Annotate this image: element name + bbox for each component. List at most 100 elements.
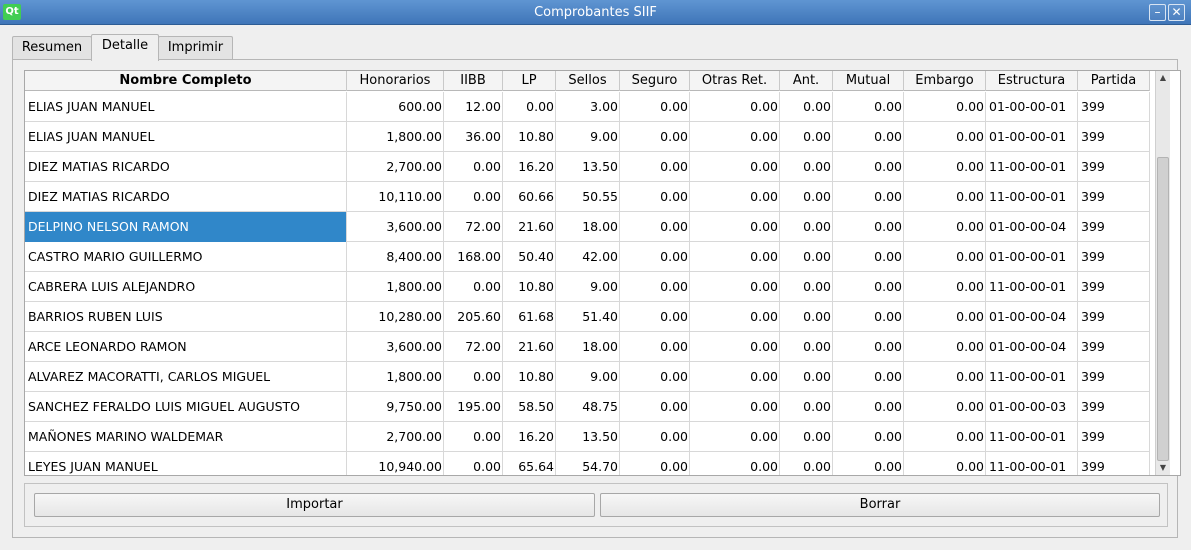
import-button[interactable]: Importar xyxy=(34,493,595,517)
cell-mutual[interactable]: 0.00 xyxy=(833,422,904,452)
cell-embargo[interactable]: 0.00 xyxy=(904,452,986,475)
cell-estructura[interactable]: 11-00-00-01 xyxy=(986,182,1078,212)
cell-ant[interactable]: 0.00 xyxy=(780,332,833,362)
cell-seguro[interactable]: 0.00 xyxy=(620,272,690,302)
cell-honorarios[interactable]: 1,800.00 xyxy=(347,122,444,152)
cell-mutual[interactable]: 0.00 xyxy=(833,122,904,152)
cell-estructura[interactable]: 11-00-00-01 xyxy=(986,272,1078,302)
cell-iibb[interactable]: 72.00 xyxy=(444,332,503,362)
cell-honorarios[interactable]: 10,280.00 xyxy=(347,302,444,332)
cell-otras-ret[interactable]: 0.00 xyxy=(690,332,780,362)
cell-embargo[interactable]: 0.00 xyxy=(904,122,986,152)
cell-sellos[interactable]: 3.00 xyxy=(556,92,620,122)
cell-lp[interactable]: 0.00 xyxy=(503,92,556,122)
cell-sellos[interactable]: 18.00 xyxy=(556,332,620,362)
cell-honorarios[interactable]: 600.00 xyxy=(347,92,444,122)
table-row[interactable]: ELIAS JUAN MANUEL 600.00 12.00 0.00 3.00 0.00… xyxy=(25,92,1150,122)
table-row[interactable]: SANCHEZ FERALDO LUIS MIGUEL AUGUSTO 9,750… xyxy=(25,392,1150,422)
cell-estructura[interactable]: 11-00-00-01 xyxy=(986,362,1078,392)
table-row[interactable]: CASTRO MARIO GUILLERMO 8,400.00 168.00 50.4… xyxy=(25,242,1150,272)
cell-partida[interactable]: 399 xyxy=(1078,452,1150,475)
cell-ant[interactable]: 0.00 xyxy=(780,422,833,452)
cell-mutual[interactable]: 0.00 xyxy=(833,242,904,272)
cell-mutual[interactable]: 0.00 xyxy=(833,392,904,422)
cell-seguro[interactable]: 0.00 xyxy=(620,212,690,242)
cell-otras-ret[interactable]: 0.00 xyxy=(690,392,780,422)
cell-otras-ret[interactable]: 0.00 xyxy=(690,152,780,182)
cell-lp[interactable]: 61.68 xyxy=(503,302,556,332)
cell-partida[interactable]: 399 xyxy=(1078,332,1150,362)
cell-estructura[interactable]: 11-00-00-01 xyxy=(986,422,1078,452)
cell-nombre[interactable]: LEYES JUAN MANUEL xyxy=(25,452,347,475)
cell-seguro[interactable]: 0.00 xyxy=(620,392,690,422)
cell-iibb[interactable]: 0.00 xyxy=(444,362,503,392)
cell-honorarios[interactable]: 3,600.00 xyxy=(347,212,444,242)
cell-iibb[interactable]: 0.00 xyxy=(444,182,503,212)
cell-nombre[interactable]: ELIAS JUAN MANUEL xyxy=(25,122,347,152)
cell-honorarios[interactable]: 10,110.00 xyxy=(347,182,444,212)
column-header-iibb[interactable]: IIBB xyxy=(444,71,503,91)
cell-honorarios[interactable]: 1,800.00 xyxy=(347,272,444,302)
cell-iibb[interactable]: 195.00 xyxy=(444,392,503,422)
cell-nombre[interactable]: CABRERA LUIS ALEJANDRO xyxy=(25,272,347,302)
table-row[interactable]: ALVAREZ MACORATTI, CARLOS MIGUEL 1,800.00… xyxy=(25,362,1150,392)
cell-mutual[interactable]: 0.00 xyxy=(833,152,904,182)
column-header-seguro[interactable]: Seguro xyxy=(620,71,690,91)
cell-lp[interactable]: 10.80 xyxy=(503,362,556,392)
cell-honorarios[interactable]: 2,700.00 xyxy=(347,422,444,452)
cell-seguro[interactable]: 0.00 xyxy=(620,302,690,332)
cell-estructura[interactable]: 01-00-00-01 xyxy=(986,242,1078,272)
cell-embargo[interactable]: 0.00 xyxy=(904,92,986,122)
cell-estructura[interactable]: 01-00-00-04 xyxy=(986,332,1078,362)
cell-sellos[interactable]: 18.00 xyxy=(556,212,620,242)
cell-lp[interactable]: 21.60 xyxy=(503,332,556,362)
column-header-estructura[interactable]: Estructura xyxy=(986,71,1078,91)
cell-iibb[interactable]: 0.00 xyxy=(444,422,503,452)
tab-resumen[interactable]: Resumen xyxy=(12,36,92,60)
cell-mutual[interactable]: 0.00 xyxy=(833,92,904,122)
cell-otras-ret[interactable]: 0.00 xyxy=(690,212,780,242)
cell-mutual[interactable]: 0.00 xyxy=(833,272,904,302)
table-row[interactable]: LEYES JUAN MANUEL 10,940.00 0.00 65.64 54.70… xyxy=(25,452,1150,475)
column-header-otras-ret[interactable]: Otras Ret. xyxy=(690,71,780,91)
cell-nombre[interactable]: ALVAREZ MACORATTI, CARLOS MIGUEL xyxy=(25,362,347,392)
cell-estructura[interactable]: 11-00-00-01 xyxy=(986,152,1078,182)
cell-embargo[interactable]: 0.00 xyxy=(904,422,986,452)
cell-sellos[interactable]: 54.70 xyxy=(556,452,620,475)
cell-partida[interactable]: 399 xyxy=(1078,182,1150,212)
cell-embargo[interactable]: 0.00 xyxy=(904,272,986,302)
cell-partida[interactable]: 399 xyxy=(1078,302,1150,332)
cell-sellos[interactable]: 42.00 xyxy=(556,242,620,272)
cell-sellos[interactable]: 51.40 xyxy=(556,302,620,332)
cell-nombre[interactable]: BARRIOS RUBEN LUIS xyxy=(25,302,347,332)
cell-ant[interactable]: 0.00 xyxy=(780,122,833,152)
cell-otras-ret[interactable]: 0.00 xyxy=(690,452,780,475)
cell-seguro[interactable]: 0.00 xyxy=(620,242,690,272)
cell-mutual[interactable]: 0.00 xyxy=(833,452,904,475)
cell-lp[interactable]: 21.60 xyxy=(503,212,556,242)
scroll-up-icon[interactable]: ▲ xyxy=(1156,71,1170,85)
cell-estructura[interactable]: 01-00-00-01 xyxy=(986,92,1078,122)
column-header-honorarios[interactable]: Honorarios xyxy=(347,71,444,91)
cell-embargo[interactable]: 0.00 xyxy=(904,362,986,392)
cell-sellos[interactable]: 13.50 xyxy=(556,152,620,182)
cell-seguro[interactable]: 0.00 xyxy=(620,122,690,152)
cell-honorarios[interactable]: 8,400.00 xyxy=(347,242,444,272)
cell-mutual[interactable]: 0.00 xyxy=(833,302,904,332)
cell-otras-ret[interactable]: 0.00 xyxy=(690,242,780,272)
cell-ant[interactable]: 0.00 xyxy=(780,452,833,475)
table-row[interactable]: BARRIOS RUBEN LUIS 10,280.00 205.60 61.68 51… xyxy=(25,302,1150,332)
cell-estructura[interactable]: 01-00-00-01 xyxy=(986,122,1078,152)
cell-lp[interactable]: 60.66 xyxy=(503,182,556,212)
cell-ant[interactable]: 0.00 xyxy=(780,362,833,392)
cell-nombre[interactable]: DELPINO NELSON RAMON xyxy=(25,212,347,242)
cell-embargo[interactable]: 0.00 xyxy=(904,242,986,272)
cell-iibb[interactable]: 0.00 xyxy=(444,272,503,302)
cell-mutual[interactable]: 0.00 xyxy=(833,212,904,242)
column-header-ant[interactable]: Ant. xyxy=(780,71,833,91)
cell-nombre[interactable]: DIEZ MATIAS RICARDO xyxy=(25,182,347,212)
cell-lp[interactable]: 10.80 xyxy=(503,272,556,302)
cell-iibb[interactable]: 168.00 xyxy=(444,242,503,272)
cell-embargo[interactable]: 0.00 xyxy=(904,302,986,332)
cell-partida[interactable]: 399 xyxy=(1078,122,1150,152)
